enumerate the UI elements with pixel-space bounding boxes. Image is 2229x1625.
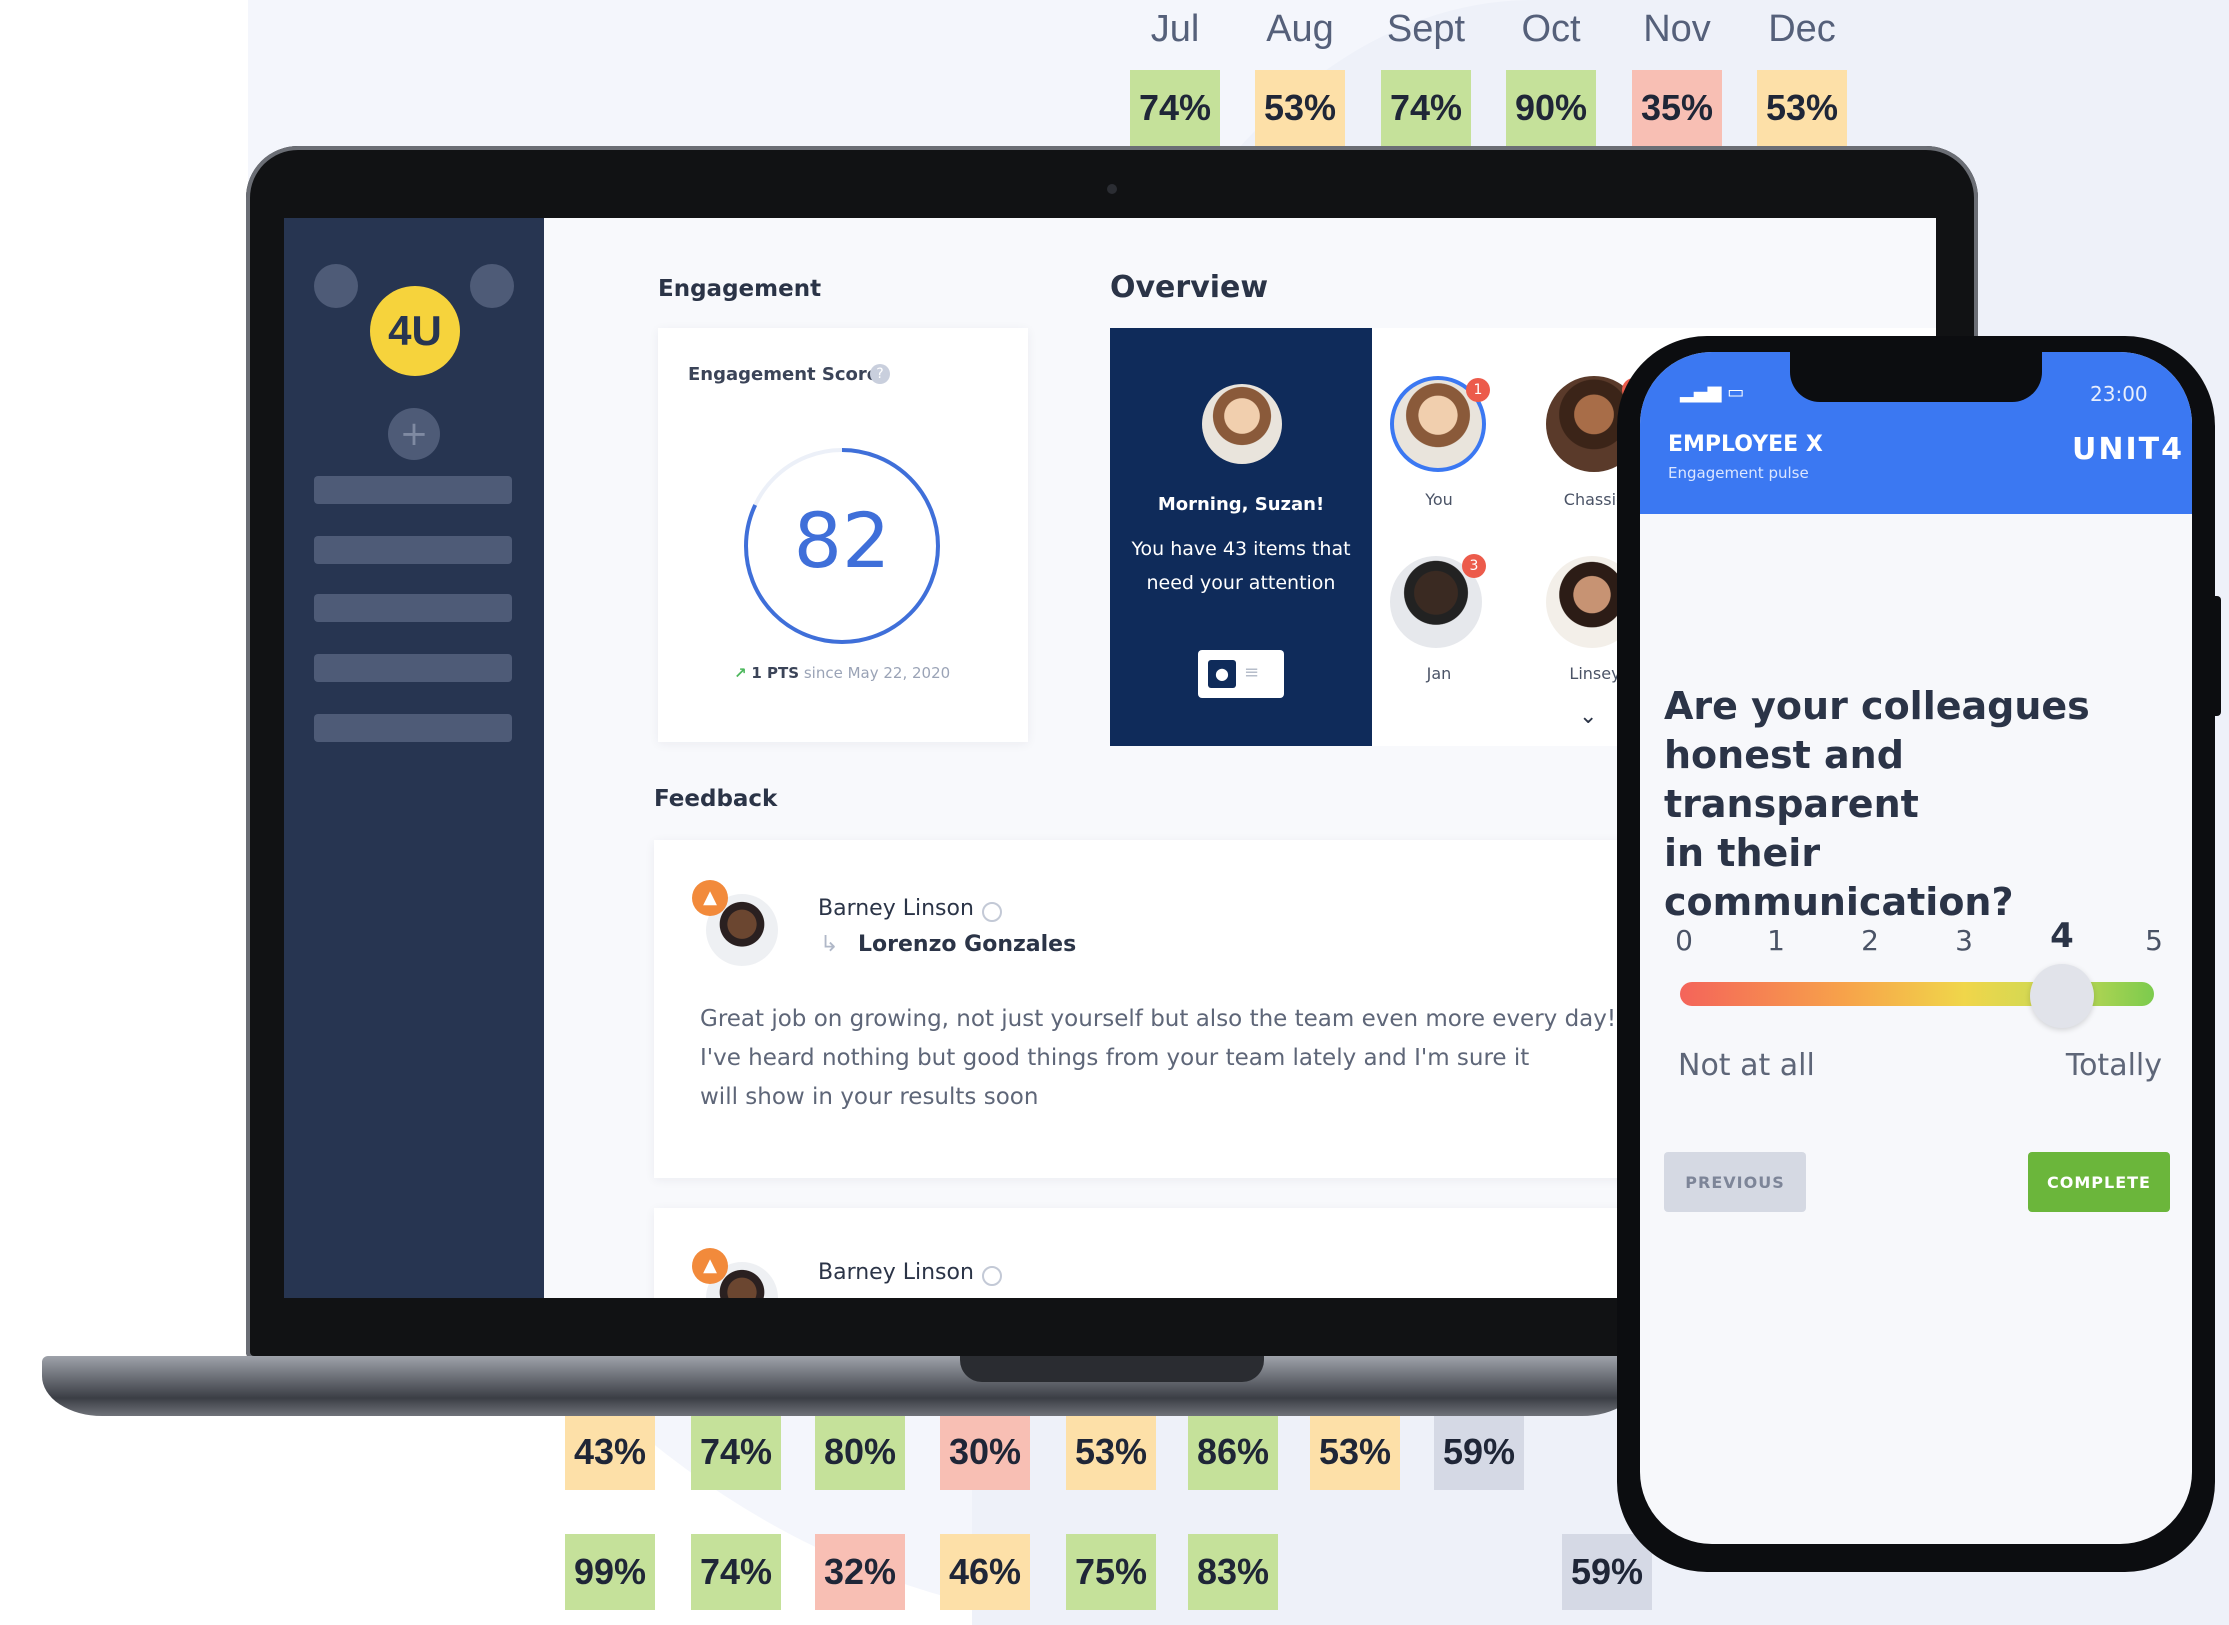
month-label: Nov xyxy=(1643,8,1711,50)
heat-cell: 83% xyxy=(1188,1534,1278,1610)
attention-text-1: You have 43 items that xyxy=(1131,538,1351,560)
delta-since: since May 22, 2020 xyxy=(803,664,951,682)
scale-tick[interactable]: 0 xyxy=(1664,924,1704,957)
app-logo[interactable]: 4U xyxy=(370,286,460,376)
heat-cell: 74% xyxy=(1381,70,1471,146)
heat-cell: 43% xyxy=(565,1414,655,1490)
scale-low-label: Not at all xyxy=(1678,1048,1815,1083)
heat-cell: 75% xyxy=(1066,1534,1156,1610)
list-icon: ≡ xyxy=(1244,662,1260,683)
laptop-base xyxy=(42,1356,1642,1416)
survey-question: Are your colleagues honest and transpare… xyxy=(1664,682,2164,927)
person-name: Jan xyxy=(1426,664,1452,683)
person-name: You xyxy=(1425,490,1453,509)
window-dot xyxy=(314,264,358,308)
month-label: Jul xyxy=(1150,8,1200,50)
question-line-1: Are your colleagues xyxy=(1664,684,2090,728)
month-label: Aug xyxy=(1266,8,1334,50)
heat-cell: 30% xyxy=(940,1414,1030,1490)
sidebar-item[interactable] xyxy=(314,476,512,504)
heat-cell: 53% xyxy=(1757,70,1847,146)
sidebar: 4U + xyxy=(284,218,544,1298)
overview-heading: Overview xyxy=(1110,270,1269,305)
slider-handle[interactable] xyxy=(2030,964,2094,1028)
feedback-author: Barney Linson xyxy=(818,1260,974,1285)
engagement-heading: Engagement xyxy=(658,276,822,302)
month-label: Sept xyxy=(1386,8,1466,50)
feedback-line-1: Great job on growing, not just yourself … xyxy=(700,1006,1617,1032)
engagement-score-label: Engagement Score xyxy=(688,364,879,385)
notification-badge: 3 xyxy=(1462,554,1486,578)
sidebar-item[interactable] xyxy=(314,594,512,622)
signal-icon: ▂▄▆ ▭ xyxy=(1680,382,1745,403)
feedback-line-3: will show in your results soon xyxy=(700,1084,1039,1110)
question-line-2: honest and transparent xyxy=(1664,733,1919,826)
heat-cell: 74% xyxy=(691,1534,781,1610)
scale-tick[interactable]: 5 xyxy=(2134,924,2174,957)
question-line-3: in their communication? xyxy=(1664,831,2014,924)
scale-tick[interactable]: 1 xyxy=(1756,924,1796,957)
phone-subtitle: Engagement pulse xyxy=(1668,464,1809,482)
help-icon[interactable]: ? xyxy=(870,364,890,384)
delta-points: 1 PTS xyxy=(751,664,800,682)
id-card-icon: ● xyxy=(1208,660,1236,688)
phone-header: ▂▄▆ ▭ 23:00 EMPLOYEE X Engagement pulse … xyxy=(1640,352,2192,514)
phone-side-button xyxy=(2211,596,2221,716)
heat-cell: 53% xyxy=(1066,1414,1156,1490)
engagement-score-value: 82 xyxy=(793,496,891,585)
heat-cell: 46% xyxy=(940,1534,1030,1610)
scale-tick[interactable]: 2 xyxy=(1850,924,1890,957)
engagement-score-card[interactable]: Engagement Score ? 82 ↗ 1 PTS since May … xyxy=(658,328,1028,742)
sidebar-item[interactable] xyxy=(314,536,512,564)
scale-tick[interactable]: 3 xyxy=(1944,924,1984,957)
thumbs-up-icon: ▲ xyxy=(692,880,728,916)
chevron-down-icon[interactable]: ⌄ xyxy=(1579,704,1597,729)
previous-button[interactable]: PREVIOUS xyxy=(1664,1152,1806,1212)
scale-high-label: Totally xyxy=(2065,1048,2162,1083)
month-label: Oct xyxy=(1521,8,1581,50)
heat-cell: 90% xyxy=(1506,70,1596,146)
sidebar-item[interactable] xyxy=(314,654,512,682)
heat-cell: 32% xyxy=(815,1534,905,1610)
globe-icon xyxy=(982,902,1002,922)
feedback-heading: Feedback xyxy=(654,786,778,812)
heat-cell: 86% xyxy=(1188,1414,1278,1490)
profile-button[interactable]: ● ≡ xyxy=(1198,650,1284,698)
score-delta: ↗ 1 PTS since May 22, 2020 xyxy=(734,664,950,682)
laptop-camera xyxy=(1107,184,1117,194)
trend-up-icon: ↗ xyxy=(734,664,747,682)
feedback-author: Barney Linson xyxy=(818,896,974,921)
window-dot xyxy=(470,264,514,308)
heat-cell: 35% xyxy=(1632,70,1722,146)
laptop-notch xyxy=(960,1356,1264,1382)
reply-arrow-icon: ↳ xyxy=(820,932,839,957)
heat-cell: 74% xyxy=(1130,70,1220,146)
thumbs-up-icon: ▲ xyxy=(692,1248,728,1284)
phone-title: EMPLOYEE X xyxy=(1668,432,1823,457)
phone-time: 23:00 xyxy=(2090,382,2148,406)
heat-cell: 53% xyxy=(1310,1414,1400,1490)
heat-cell: 99% xyxy=(565,1534,655,1610)
attention-text-2: need your attention xyxy=(1146,572,1336,594)
phone-notch xyxy=(1790,352,2042,402)
heat-cell: 74% xyxy=(691,1414,781,1490)
complete-button[interactable]: COMPLETE xyxy=(2028,1152,2170,1212)
notification-badge: 1 xyxy=(1466,378,1490,402)
feedback-recipient: Lorenzo Gonzales xyxy=(858,932,1077,957)
phone-screen: ▂▄▆ ▭ 23:00 EMPLOYEE X Engagement pulse … xyxy=(1640,352,2192,1544)
feedback-line-2: I've heard nothing but good things from … xyxy=(700,1045,1530,1071)
month-label: Dec xyxy=(1768,8,1836,50)
heat-cell: 53% xyxy=(1255,70,1345,146)
plus-icon[interactable]: + xyxy=(388,408,440,460)
scale-tick-selected[interactable]: 4 xyxy=(2042,916,2082,956)
user-avatar xyxy=(1202,384,1282,464)
heat-cell: 59% xyxy=(1562,1534,1652,1610)
heat-cell: 80% xyxy=(815,1414,905,1490)
heat-cell: 59% xyxy=(1434,1414,1524,1490)
brand-logo: UNIT4 xyxy=(2072,432,2184,467)
greeting-text: Morning, Suzan! xyxy=(1157,494,1325,515)
sidebar-item[interactable] xyxy=(314,714,512,742)
globe-icon xyxy=(982,1266,1002,1286)
